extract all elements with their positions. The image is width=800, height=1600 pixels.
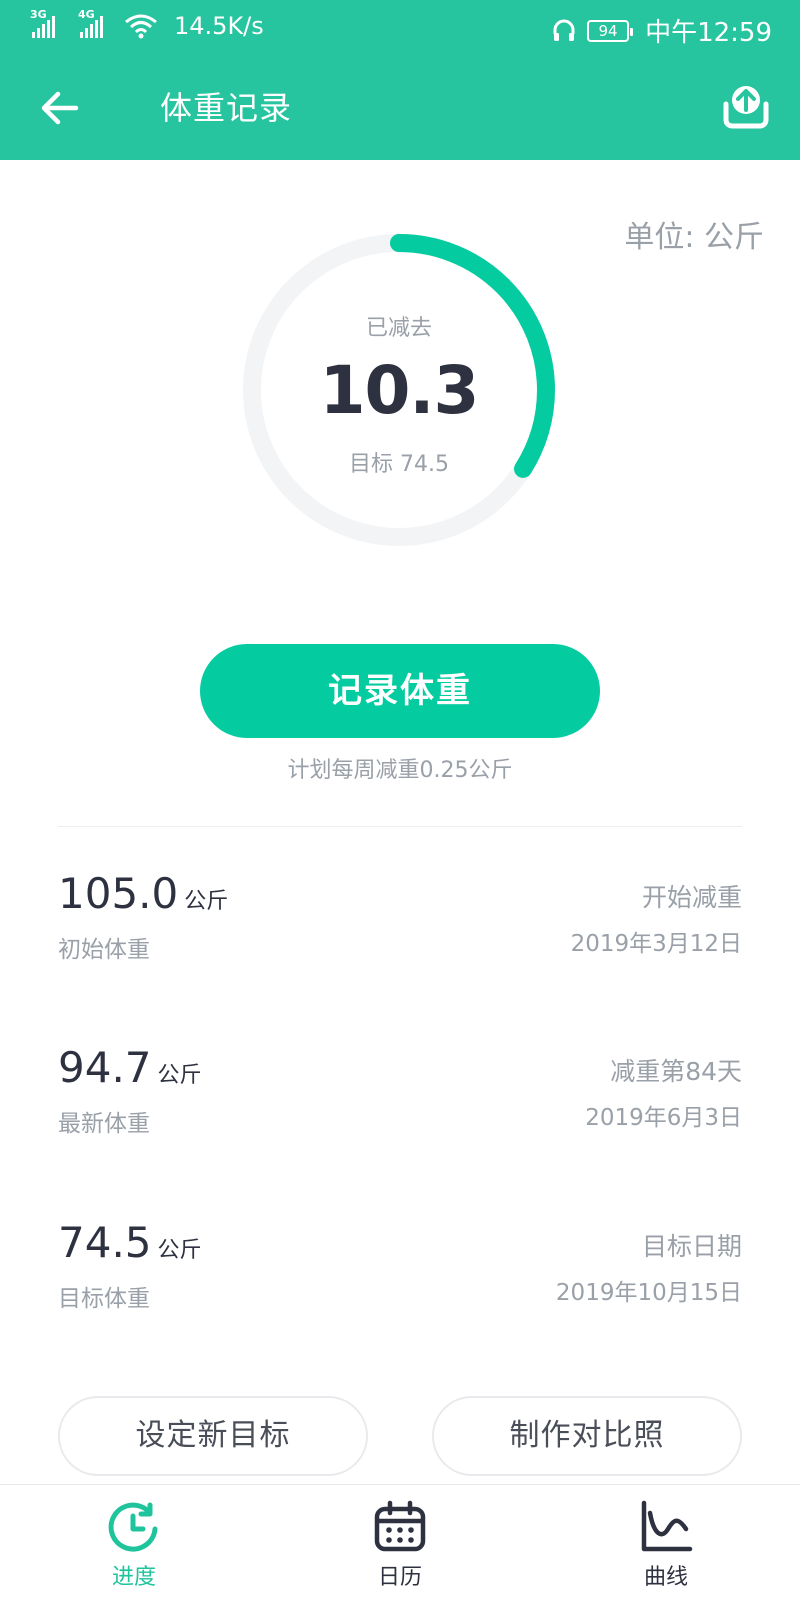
status-left: 3G 4G 14.5K/s — [30, 8, 264, 40]
headphones-icon — [553, 19, 575, 41]
lost-caption: 已减去 — [365, 316, 432, 341]
stat-number: 105.0 — [58, 869, 179, 918]
set-new-goal-button[interactable]: 设定新目标 — [58, 1396, 368, 1476]
tab-calendar[interactable]: 日历 — [320, 1485, 480, 1600]
lost-value: 10.3 — [319, 352, 480, 429]
tab-label: 进度 — [111, 1565, 156, 1590]
stat-unit: 公斤 — [157, 1063, 202, 1088]
line-chart-icon — [641, 1500, 693, 1552]
tab-progress[interactable]: 进度 — [54, 1485, 214, 1600]
stat-row-initial: 105.0 公斤 初始体重 开始减重 2019年3月12日 — [58, 868, 742, 968]
stat-row-target: 74.5 公斤 目标体重 目标日期 2019年10月15日 — [58, 1217, 742, 1317]
stat-caption: 目标日期 — [641, 1232, 742, 1261]
stat-unit: 公斤 — [157, 1238, 202, 1263]
stat-label: 最新体重 — [58, 1111, 150, 1137]
stat-number: 74.5 — [58, 1218, 152, 1267]
wifi-icon — [125, 14, 157, 39]
signal-icon: 3G — [30, 8, 62, 38]
divider — [58, 826, 742, 827]
stat-caption: 减重第84天 — [610, 1057, 742, 1086]
tab-label: 日历 — [377, 1565, 422, 1590]
share-button[interactable] — [716, 78, 776, 138]
tab-curve[interactable]: 曲线 — [586, 1485, 746, 1600]
stat-value: 74.5 公斤 — [58, 1217, 202, 1277]
stat-number: 94.7 — [58, 1043, 152, 1092]
network-type-1: 3G — [30, 8, 47, 21]
tab-label: 曲线 — [643, 1565, 688, 1590]
arrow-left-icon — [41, 91, 79, 125]
stat-caption: 开始减重 — [641, 883, 742, 912]
status-bar: 3G 4G 14.5K/s 94 中午12:59 — [0, 0, 800, 56]
stat-date: 2019年3月12日 — [570, 931, 742, 957]
tab-bar: 进度 日历 曲线 — [0, 1484, 800, 1600]
stat-unit: 公斤 — [184, 889, 229, 914]
app-bar: 体重记录 — [0, 56, 800, 160]
clock: 中午12:59 — [645, 18, 772, 48]
stat-value: 105.0 公斤 — [58, 868, 228, 928]
goal-text: 目标 74.5 — [349, 452, 449, 477]
battery-icon: 94 — [587, 19, 634, 42]
unit-label: 单位: 公斤 — [624, 220, 764, 255]
upload-icon — [723, 86, 769, 129]
record-weight-button[interactable]: 记录体重 — [200, 644, 600, 738]
stat-date: 2019年10月15日 — [555, 1280, 742, 1306]
back-button[interactable] — [36, 80, 92, 136]
make-comparison-button[interactable]: 制作对比照 — [432, 1396, 742, 1476]
signal-icon-2: 4G — [78, 8, 110, 38]
network-type-2: 4G — [78, 8, 95, 21]
page-title: 体重记录 — [160, 89, 293, 127]
network-speed: 14.5K/s — [174, 12, 264, 40]
stat-label: 初始体重 — [58, 937, 150, 963]
weekly-plan-text: 计划每周减重0.25公斤 — [287, 758, 513, 783]
stat-row-latest: 94.7 公斤 最新体重 减重第84天 2019年6月3日 — [58, 1042, 742, 1142]
progress-ring: 已减去 10.3 目标 74.5 — [239, 230, 559, 550]
stat-label: 目标体重 — [58, 1286, 150, 1312]
calendar-icon — [374, 1500, 426, 1552]
stat-date: 2019年6月3日 — [585, 1105, 742, 1131]
stat-value: 94.7 公斤 — [58, 1042, 202, 1102]
clock-refresh-icon — [108, 1502, 158, 1552]
status-right: 94 中午12:59 — [551, 12, 772, 49]
